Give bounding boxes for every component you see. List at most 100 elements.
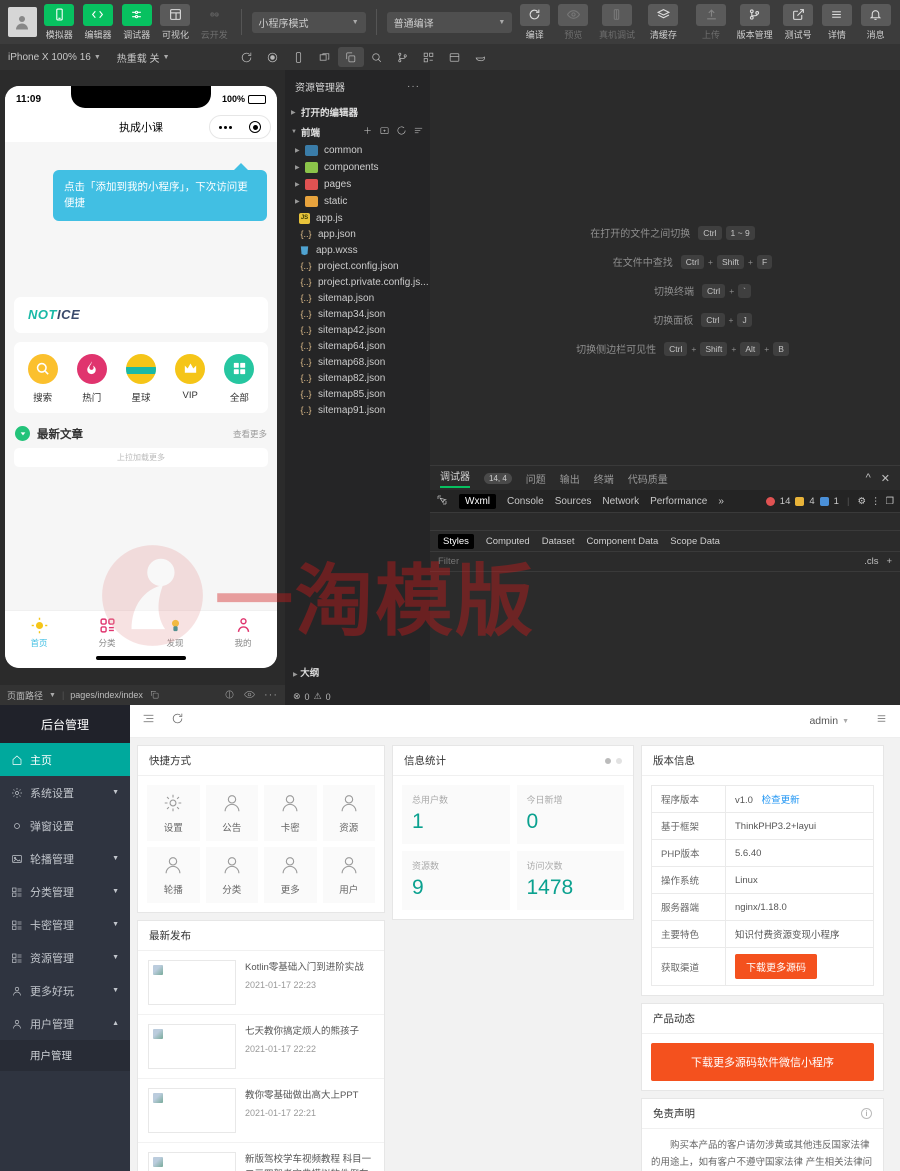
sidebar-item-popup-settings[interactable]: 弹窗设置 [0, 809, 130, 842]
quick-item-carousel[interactable]: 轮播 [147, 847, 200, 903]
devtools-tab-network[interactable]: Network [602, 496, 639, 507]
file-sitemap91[interactable]: {..} sitemap91.json [285, 402, 430, 418]
info-icon[interactable]: i [861, 1108, 872, 1119]
sidebar-item-system-settings[interactable]: 系统设置 ▼ [0, 776, 130, 809]
toolbar-version[interactable]: 版本管理 [733, 4, 775, 41]
add-rule-icon[interactable]: + [886, 556, 892, 567]
devtools-tab-sources[interactable]: Sources [555, 496, 592, 507]
quick-item-settings[interactable]: 设置 [147, 785, 200, 841]
toolbar-detail[interactable]: 详情 [821, 4, 854, 41]
toolbar-editor[interactable]: 编辑器 [82, 4, 115, 41]
tab-category[interactable]: 分类 [73, 617, 141, 649]
new-folder-icon[interactable] [379, 125, 390, 139]
project-section[interactable]: ▼ 前端 [285, 122, 430, 142]
refresh-icon[interactable] [234, 47, 260, 67]
quick-item-resource[interactable]: 资源 [323, 785, 376, 841]
list-item[interactable]: 新版驾校学车视频教程 科目一二三四驾考宝典模拟软件倒车入库教 2020-12-2… [138, 1143, 384, 1171]
devtools-tab-wxml[interactable]: Wxml [459, 494, 496, 509]
folder-common[interactable]: ▶ common [285, 142, 430, 159]
avatar[interactable] [8, 7, 37, 37]
kebab-icon[interactable]: ⋮ [871, 496, 881, 507]
file-app-json[interactable]: {..} app.json [285, 226, 430, 242]
windows-icon[interactable] [312, 47, 338, 67]
sidebar-item-user-management[interactable]: 用户管理 ▲ [0, 1007, 130, 1040]
layout-icon[interactable] [442, 47, 468, 67]
debugger-tab-quality[interactable]: 代码质量 [628, 471, 668, 486]
new-file-icon[interactable] [362, 125, 373, 139]
carousel-dots[interactable] [605, 758, 622, 764]
gear-icon[interactable]: ⚙ [857, 496, 866, 507]
file-sitemap42[interactable]: {..} sitemap42.json [285, 322, 430, 338]
file-sitemap34[interactable]: {..} sitemap34.json [285, 306, 430, 322]
devtools-more-tabs[interactable]: » [718, 496, 724, 507]
copy-icon[interactable] [338, 47, 364, 67]
hotreload-select[interactable]: 热重载 关 ▼ [117, 50, 170, 65]
panel-tab-dataset[interactable]: Dataset [542, 536, 575, 547]
check-update-link[interactable]: 检查更新 [762, 795, 800, 806]
quick-item-more[interactable]: 更多 [264, 847, 317, 903]
grid-cell-all[interactable]: 全部 [216, 354, 262, 404]
devtools-tab-performance[interactable]: Performance [650, 496, 707, 507]
search-icon[interactable] [364, 47, 390, 67]
file-project-config[interactable]: {..} project.config.json [285, 258, 430, 274]
debugger-tab-problems[interactable]: 问题 [526, 471, 546, 486]
chevron-down-icon[interactable]: ▼ [49, 692, 56, 699]
toolbar-compile[interactable]: 编译 [518, 4, 551, 41]
file-sitemap64[interactable]: {..} sitemap64.json [285, 338, 430, 354]
filter-input[interactable] [438, 556, 558, 567]
dock-icon[interactable]: ❐ [885, 496, 894, 507]
more-icon[interactable]: ··· [407, 81, 420, 92]
collapse-icon[interactable] [413, 125, 424, 139]
download-source-button[interactable]: 下载更多源码 [735, 954, 817, 979]
quick-item-notice[interactable]: 公告 [206, 785, 259, 841]
list-item[interactable]: 教你零基础做出高大上PPT 2021-01-17 22:21 [138, 1079, 384, 1143]
file-sitemap82[interactable]: {..} sitemap82.json [285, 370, 430, 386]
toolbar-debugger[interactable]: 调试器 [120, 4, 153, 41]
refresh-icon[interactable] [396, 125, 407, 139]
sidebar-item-home[interactable]: 主页 [0, 743, 130, 776]
sidebar-toggle-icon[interactable] [142, 712, 155, 730]
device-select[interactable]: iPhone X 100% 16 ▼ [8, 52, 101, 63]
debugger-tab-debugger[interactable]: 调试器 [440, 468, 470, 488]
sidebar-item-card-key[interactable]: 卡密管理 ▼ [0, 908, 130, 941]
grid-cell-vip[interactable]: VIP [167, 354, 213, 404]
docker-icon[interactable] [468, 47, 494, 67]
branch-icon[interactable] [390, 47, 416, 67]
sidebar-item-category[interactable]: 分类管理 ▼ [0, 875, 130, 908]
download-banner-button[interactable]: 下载更多源码软件微信小程序 [651, 1043, 874, 1081]
debugger-tab-output[interactable]: 输出 [560, 471, 580, 486]
list-item[interactable]: Kotlin零基础入门到进阶实战 2021-01-17 22:23 [138, 951, 384, 1015]
sidebar-item-carousel[interactable]: 轮播管理 ▼ [0, 842, 130, 875]
record-icon[interactable] [260, 47, 286, 67]
file-sitemap85[interactable]: {..} sitemap85.json [285, 386, 430, 402]
toolbar-testid[interactable]: 测试号 [782, 4, 815, 41]
quick-item-user[interactable]: 用户 [323, 847, 376, 903]
toolbar-simulator[interactable]: 模拟器 [43, 4, 76, 41]
section-more-link[interactable]: 查看更多 [233, 428, 267, 440]
notice-card[interactable]: NOTICE [14, 297, 268, 333]
copy-path-icon[interactable] [149, 689, 160, 702]
file-app-js[interactable]: JS app.js [285, 210, 430, 226]
refresh-icon[interactable] [171, 712, 184, 730]
capsule-button[interactable] [209, 115, 271, 139]
panel-tab-styles[interactable]: Styles [438, 534, 474, 549]
file-app-wxss[interactable]: app.wxss [285, 242, 430, 258]
toolbar-visual[interactable]: 可视化 [159, 4, 192, 41]
cls-button[interactable]: .cls [864, 556, 878, 567]
sidebar-item-resource[interactable]: 资源管理 ▼ [0, 941, 130, 974]
quick-item-category[interactable]: 分类 [206, 847, 259, 903]
close-icon[interactable]: ✕ [881, 472, 890, 485]
tab-discover[interactable]: 发现 [141, 617, 209, 649]
file-sitemap[interactable]: {..} sitemap.json [285, 290, 430, 306]
tab-mine[interactable]: 我的 [209, 617, 277, 649]
grid-cell-planet[interactable]: 星球 [118, 354, 164, 404]
toolbar-clearcache[interactable]: 清缓存 [644, 4, 683, 41]
file-project-private-config[interactable]: {..} project.private.config.js... [285, 274, 430, 290]
quick-item-card-key[interactable]: 卡密 [264, 785, 317, 841]
user-menu[interactable]: admin ▼ [809, 715, 849, 727]
extensions-icon[interactable] [416, 47, 442, 67]
grid-cell-search[interactable]: 搜索 [20, 354, 66, 404]
more-icon[interactable]: ··· [264, 689, 278, 701]
open-editors-section[interactable]: ▶ 打开的编辑器 [285, 102, 430, 122]
mode-select[interactable]: 小程序模式 ▼ [252, 12, 366, 33]
